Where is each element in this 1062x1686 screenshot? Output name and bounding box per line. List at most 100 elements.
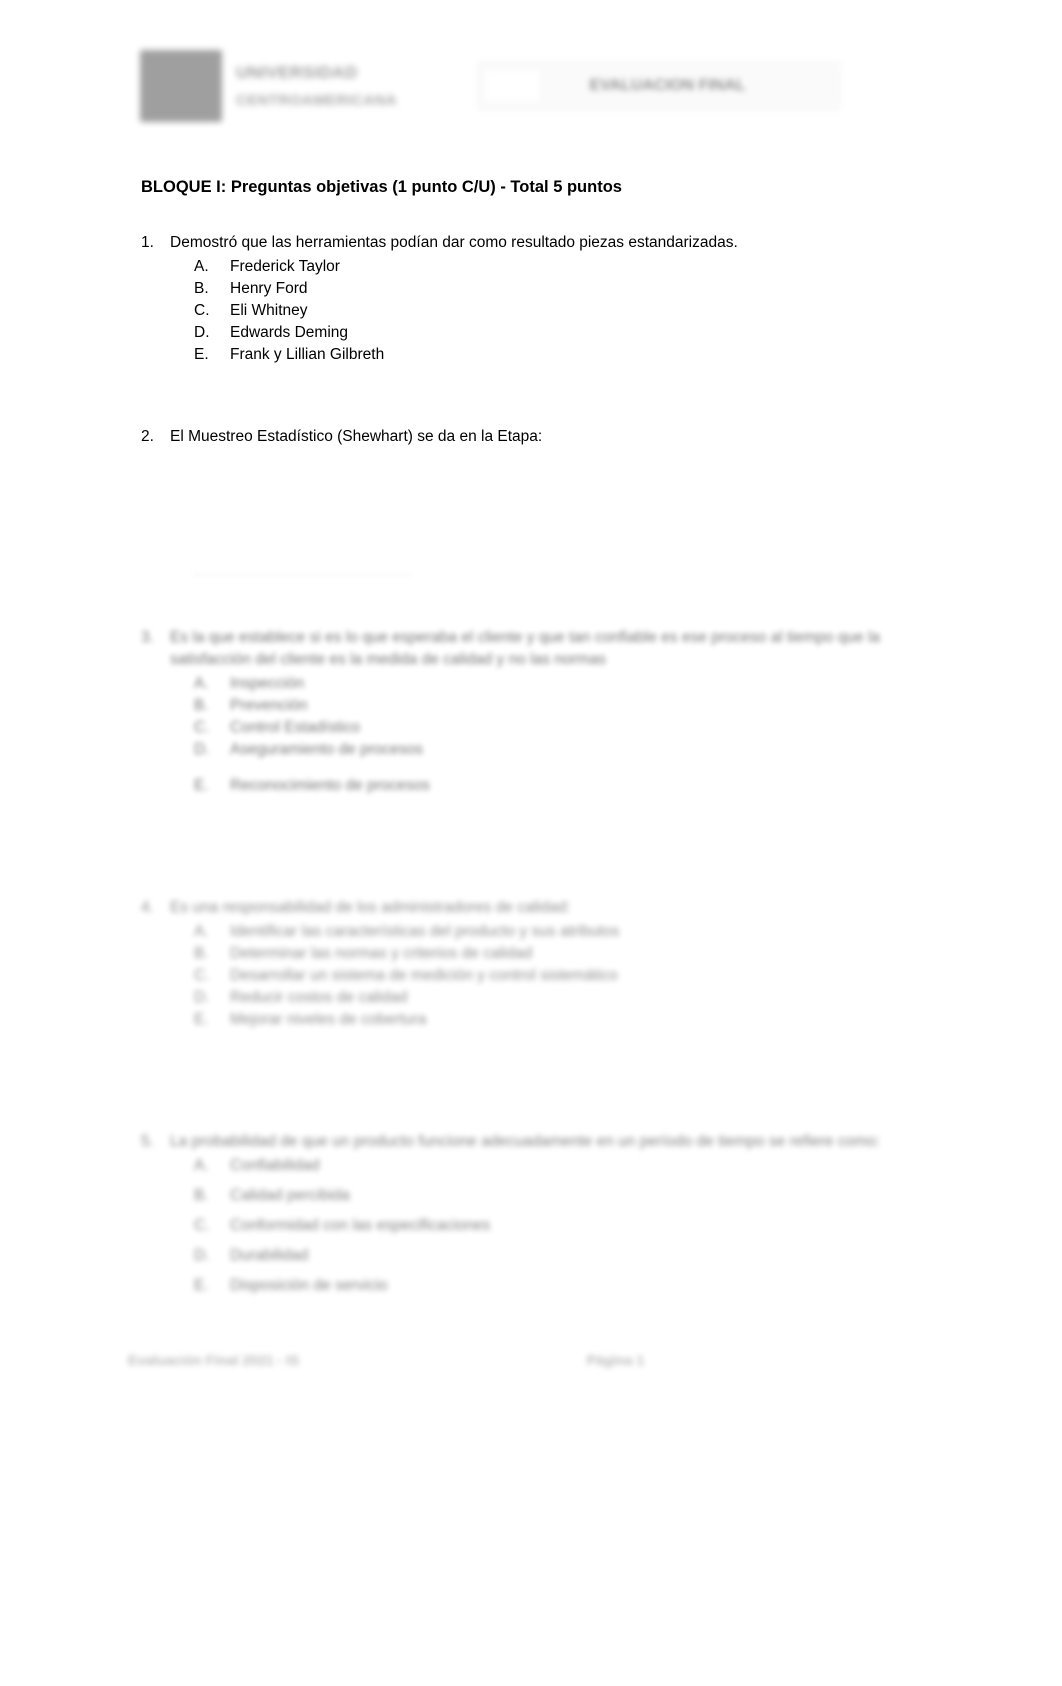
question-4-options: A. Identificar las características del p… [141,921,931,1031]
option-text: Edwards Deming [230,324,349,342]
question-3-option-c[interactable]: C. Control Estadístico [141,717,931,739]
option-text: Identificar las características del prod… [230,923,620,941]
question-2: 2. El Muestreo Estadístico (Shewhart) se… [141,426,931,448]
option-letter: B. [194,945,209,963]
question-4-option-c[interactable]: C. Desarrollar un sistema de medición y … [141,965,931,987]
document-footer: Evaluación Final 2021 - IS Página 1 [128,1352,943,1368]
answer-separator-line [193,574,413,576]
university-logo-text: UNIVERSIDAD CENTROAMERICANA [236,63,397,109]
question-3-option-a[interactable]: A. Inspección [141,673,931,695]
question-1-option-a[interactable]: A. Frederick Taylor [141,256,931,278]
option-letter: C. [194,302,210,320]
document-header: UNIVERSIDAD CENTROAMERICANA EVALUACION F… [140,48,900,132]
option-letter: D. [194,741,210,759]
option-text: Reducir costos de calidad [230,989,408,1007]
option-letter: A. [194,1157,209,1175]
question-1-option-b[interactable]: B. Henry Ford [141,278,931,300]
option-letter: B. [194,1187,209,1205]
question-1-text: Demostró que las herramientas podían dar… [170,234,738,252]
question-1-number: 1. [141,234,154,252]
footer-page-number: 1 [636,1352,645,1368]
question-3-option-b[interactable]: B. Prevención [141,695,931,717]
option-text: Desarrollar un sistema de medición y con… [230,967,618,985]
question-5-text: La probabilidad de que un producto funci… [170,1133,881,1151]
header-box-title: EVALUACION FINAL [589,77,746,94]
question-5-option-b[interactable]: B. Calidad percibida [141,1185,931,1207]
footer-page-label: Página 1 [468,1352,763,1368]
university-name-line2: CENTROAMERICANA [236,92,397,109]
option-letter: D. [194,1247,210,1265]
university-name-line1: UNIVERSIDAD [236,63,358,82]
question-4-option-d[interactable]: D. Reducir costos de calidad [141,987,931,1009]
question-3-option-d[interactable]: D. Aseguramiento de procesos [141,739,931,761]
option-text: Frederick Taylor [230,258,340,276]
question-2-head: 2. El Muestreo Estadístico (Shewhart) se… [141,426,931,448]
option-text: Confiabilidad [230,1157,320,1175]
question-4-head: 4. Es una responsabilidad de los adminis… [141,897,931,919]
option-letter: E. [194,777,209,795]
university-seal-icon [140,50,222,122]
option-text: Mejorar niveles de cobertura [230,1011,427,1029]
option-text: Durabilidad [230,1247,309,1265]
question-5-option-d[interactable]: D. Durabilidad [141,1245,931,1267]
question-1-head: 1. Demostró que las herramientas podían … [141,232,931,254]
university-logo: UNIVERSIDAD CENTROAMERICANA [140,50,397,122]
option-text: Prevención [230,697,308,715]
question-5-option-a[interactable]: A. Confiabilidad [141,1155,931,1177]
question-4-option-a[interactable]: A. Identificar las características del p… [141,921,931,943]
question-5-option-c[interactable]: C. Conformidad con las especificaciones [141,1215,931,1237]
option-text: Aseguramiento de procesos [230,741,424,759]
question-2-number: 2. [141,428,154,446]
question-3-text: Es la que establece si es lo que esperab… [170,629,881,669]
question-5-option-e[interactable]: E. Disposición de servicio [141,1275,931,1297]
header-title-box: EVALUACION FINAL [478,62,840,110]
option-text: Control Estadístico [230,719,361,737]
question-3-number: 3. [141,629,154,647]
question-4-option-b[interactable]: B. Determinar las normas y criterios de … [141,943,931,965]
question-5-number: 5. [141,1133,154,1151]
option-letter: E. [194,346,209,364]
question-3-option-e[interactable]: E. Reconocimiento de procesos [141,775,931,797]
option-letter: A. [194,258,209,276]
question-2-text: El Muestreo Estadístico (Shewhart) se da… [170,428,543,446]
option-text: Determinar las normas y criterios de cal… [230,945,533,963]
option-letter: C. [194,719,210,737]
option-letter: D. [194,324,210,342]
question-1-option-c[interactable]: C. Eli Whitney [141,300,931,322]
question-1-options: A. Frederick Taylor B. Henry Ford C. Eli… [141,256,931,366]
option-letter: C. [194,967,210,985]
option-letter: D. [194,989,210,1007]
question-3-head: 3. Es la que establece si es lo que espe… [141,627,931,671]
option-letter: C. [194,1217,210,1235]
option-text: Eli Whitney [230,302,308,320]
option-letter: E. [194,1011,209,1029]
option-text: Reconocimiento de procesos [230,777,430,795]
question-1: 1. Demostró que las herramientas podían … [141,232,931,366]
document-page: UNIVERSIDAD CENTROAMERICANA EVALUACION F… [0,0,1062,1686]
question-4-text: Es una responsabilidad de los administra… [170,899,571,917]
option-text: Conformidad con las especificaciones [230,1217,491,1235]
option-text: Henry Ford [230,280,308,298]
question-3-options: A. Inspección B. Prevención C. Control E… [141,673,931,797]
question-5-head: 5. La probabilidad de que un producto fu… [141,1131,931,1153]
option-letter: A. [194,923,209,941]
option-text: Inspección [230,675,305,693]
question-4-option-e[interactable]: E. Mejorar niveles de cobertura [141,1009,931,1031]
option-text: Disposición de servicio [230,1277,388,1295]
option-letter: A. [194,675,209,693]
question-1-option-d[interactable]: D. Edwards Deming [141,322,931,344]
option-text: Calidad percibida [230,1187,350,1205]
question-4: 4. Es una responsabilidad de los adminis… [141,897,931,1031]
option-letter: B. [194,697,209,715]
block-title: BLOQUE I: Preguntas objetivas (1 punto C… [141,178,622,196]
question-5: 5. La probabilidad de que un producto fu… [141,1131,931,1297]
question-1-option-e[interactable]: E. Frank y Lillian Gilbreth [141,344,931,366]
footer-page-word: Página [586,1352,633,1368]
question-5-options: A. Confiabilidad B. Calidad percibida C.… [141,1155,931,1297]
option-letter: E. [194,1277,209,1295]
